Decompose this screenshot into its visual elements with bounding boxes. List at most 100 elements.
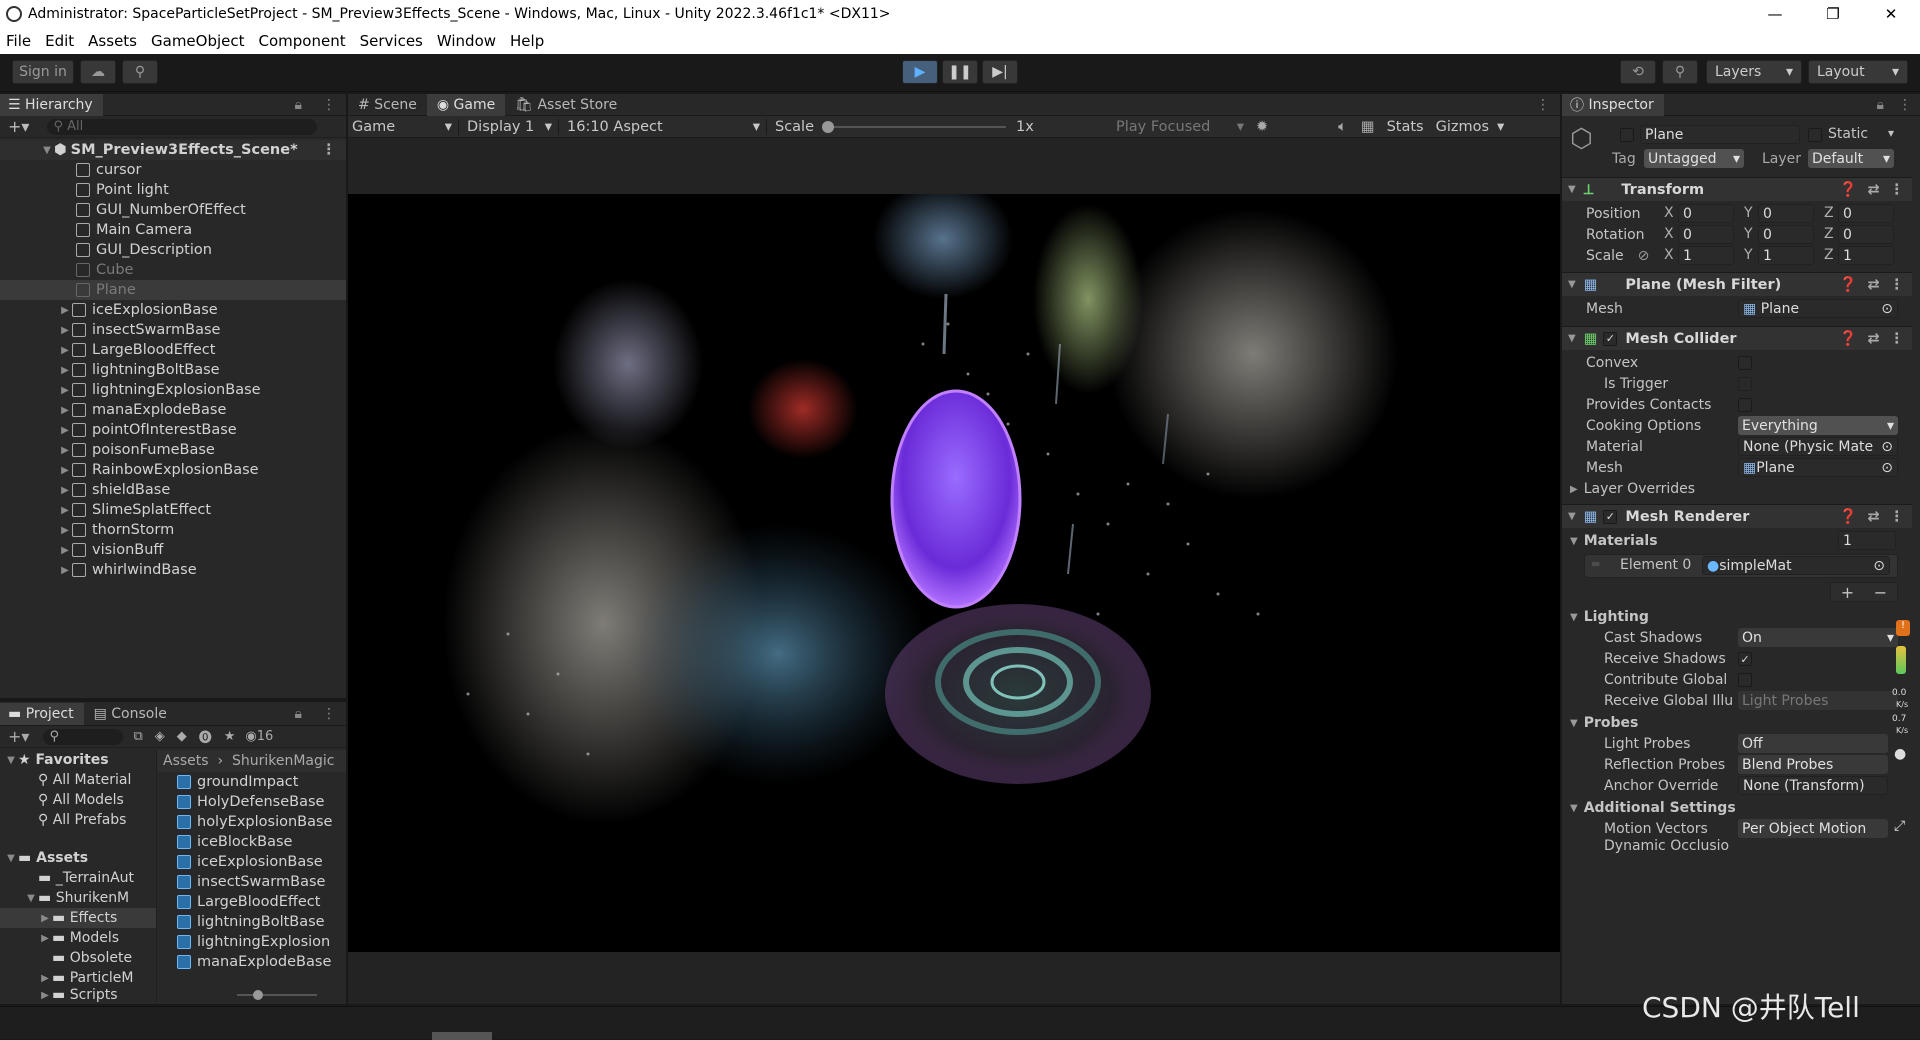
list-item[interactable]: ▶ ▬ Scripts [0,988,156,1002]
preset-icon[interactable]: ⇄ [1867,182,1879,198]
menu-services[interactable]: Services [360,32,423,50]
warning-icon[interactable]: ⓿ [199,727,212,746]
list-item[interactable]: ▶ SlimeSplatEffect [0,500,346,520]
list-item[interactable]: ▶ thornStorm [0,520,346,540]
object-name-field[interactable]: Plane [1640,125,1800,144]
meshrenderer-enabled-checkbox[interactable]: ✓ [1603,509,1618,524]
pause-button[interactable]: ❚❚ [942,60,978,84]
list-item[interactable]: ▬ Obsolete [0,948,156,968]
favorites-row[interactable]: ▼ ★ Favorites [0,750,156,770]
tag-dropdown[interactable]: Untagged ▾ [1644,149,1744,168]
list-item[interactable]: ▶ RainbowExplosionBase [0,460,346,480]
list-item[interactable]: ▶ LargeBloodEffect [0,340,346,360]
list-item[interactable]: ⚲ All Prefabs [0,810,156,830]
type-filter-icon[interactable]: ◈ [155,729,165,744]
meshcollider-enabled-checkbox[interactable]: ✓ [1603,331,1618,346]
icon-size-slider-handle[interactable] [253,990,263,1000]
step-button[interactable]: ▶| [982,60,1018,84]
stats-button[interactable]: Stats [1387,119,1424,135]
list-item-selected[interactable]: ▶ ▬ Effects [0,908,156,928]
breadcrumb-assets[interactable]: Assets [163,753,209,769]
expand-arrow-icon[interactable]: ▶ [58,505,72,516]
preset-icon[interactable]: ⇄ [1867,277,1879,293]
scale-slider-handle[interactable] [822,120,835,133]
rotation-z-field[interactable]: 0 [1838,225,1894,244]
collider-material-field[interactable]: None (Physic Mate ⊙ [1738,437,1898,456]
expand-arrow-icon[interactable]: ▶ [58,345,72,356]
assets-row[interactable]: ▼ ▬ Assets [0,848,156,868]
kebab-icon[interactable]: ⋮ [1898,97,1912,113]
list-item[interactable]: iceExplosionBase [177,852,346,872]
keyboard-icon[interactable]: ▦ [1361,119,1375,135]
static-checkbox[interactable] [1808,128,1822,142]
list-item[interactable]: ▶ visionBuff [0,540,346,560]
game-mode-dropdown[interactable]: Game ▾ [348,119,458,135]
position-y-field[interactable]: 0 [1758,204,1814,223]
favorite-star-icon[interactable]: ★ [224,729,236,744]
icon-size-slider[interactable] [237,994,317,996]
expand-arrow-icon[interactable]: ▶ [58,465,72,476]
light-probes-dropdown[interactable]: Off [1738,734,1888,753]
tab-project[interactable]: ▬ Project [0,702,84,725]
label-filter-icon[interactable]: ◆ [177,729,187,744]
layers-dropdown[interactable]: Layers ▾ [1706,60,1802,84]
expand-arrow-icon[interactable]: ▶ [58,425,72,436]
object-picker-icon[interactable]: ⊙ [1881,460,1893,476]
expand-arrow-icon[interactable]: ▶ [58,365,72,376]
search-icon[interactable]: ⚲ [1662,60,1698,84]
expand-arrow-icon[interactable]: ▶ [58,405,72,416]
list-item[interactable]: ▶ whirlwindBase [0,560,346,580]
list-item[interactable]: cursor [0,160,346,180]
history-icon[interactable]: ⟲ [1620,60,1656,84]
layout-dropdown[interactable]: Layout ▾ [1808,60,1908,84]
list-item[interactable]: lightningExplosion [177,932,346,952]
play-focused-dropdown[interactable]: Play Focused ▾ [1116,119,1250,135]
notification-badge-icon[interactable]: ! [1896,620,1910,636]
hierarchy-search-input[interactable]: ⚲ All [47,118,318,135]
meshfilter-header[interactable]: ▼ ▦ Plane (Mesh Filter) ❓ ⇄ ⋮ [1562,272,1912,296]
scale-y-field[interactable]: 1 [1758,246,1814,265]
layer-dropdown[interactable]: Default ▾ [1808,149,1894,168]
add-icon[interactable]: +▾ [8,117,29,136]
chat-bubble-icon[interactable]: ● [1894,746,1906,762]
reflection-probes-dropdown[interactable]: Blend Probes [1738,755,1888,774]
list-item[interactable]: ▶ ▬ ParticleM [0,968,156,988]
filter-icon[interactable]: ⧉ [133,729,142,744]
close-icon[interactable]: ✕ [1862,0,1920,28]
tab-hierarchy[interactable]: ☰ Hierarchy [0,93,103,116]
component-menu-icon[interactable]: ⋮ [1890,331,1905,347]
component-menu-icon[interactable]: ⋮ [1890,182,1905,198]
rotation-y-field[interactable]: 0 [1758,225,1814,244]
menu-file[interactable]: File [6,32,31,50]
list-item[interactable]: ▶ shieldBase [0,480,346,500]
remove-material-button[interactable]: − [1874,583,1887,602]
play-button[interactable]: ▶ [902,60,938,84]
collab-icon[interactable]: ⚲ [122,60,158,84]
scene-menu-icon[interactable]: ⋮ [322,142,337,158]
scale-x-field[interactable]: 1 [1678,246,1734,265]
expand-arrow-icon[interactable]: ▶ [58,525,72,536]
minimize-icon[interactable]: — [1746,0,1804,28]
cast-shadows-dropdown[interactable]: On ▾ [1738,628,1898,647]
materials-count-field[interactable]: 1 [1838,531,1896,550]
list-item[interactable]: insectSwarmBase [177,872,346,892]
contribute-global-checkbox[interactable] [1738,673,1752,687]
receive-shadows-checkbox[interactable]: ✓ [1738,652,1752,666]
rotation-x-field[interactable]: 0 [1678,225,1734,244]
list-item[interactable]: ▶ poisonFumeBase [0,440,346,460]
list-item[interactable]: ▶ insectSwarmBase [0,320,346,340]
list-item[interactable]: HolyDefenseBase [177,792,346,812]
list-item[interactable]: holyExplosionBase [177,812,346,832]
kebab-icon[interactable]: ⋮ [1536,97,1550,113]
list-item[interactable]: groundImpact [177,772,346,792]
meshcollider-header[interactable]: ▼ ▦ ✓ Mesh Collider ❓ ⇄ ⋮ [1562,326,1912,350]
list-item[interactable]: ▬ _TerrainAut [0,868,156,888]
expand-arrow-icon[interactable]: ▶ [58,565,72,576]
probes-row[interactable]: ▼ Probes [1562,712,1912,734]
lock-icon[interactable]: 🔒︎ [295,97,302,113]
link-icon[interactable]: ⊘ [1638,248,1650,264]
list-item[interactable]: GUI_NumberOfEffect [0,200,346,220]
list-item[interactable]: iceBlockBase [177,832,346,852]
tab-inspector[interactable]: ⓘ Inspector [1562,94,1664,116]
cloud-icon[interactable]: ☁ [80,60,116,84]
